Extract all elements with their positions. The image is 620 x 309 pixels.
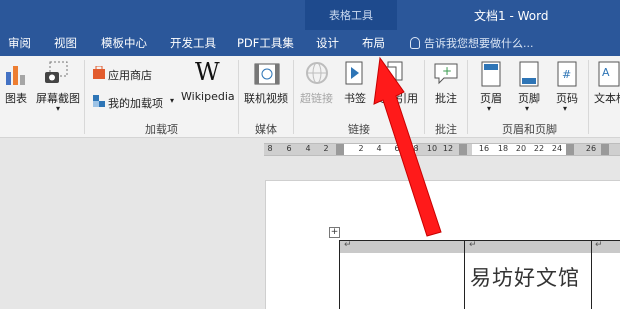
annotation-arrow-shape	[373, 56, 442, 237]
annotation-arrow-icon	[373, 56, 442, 237]
